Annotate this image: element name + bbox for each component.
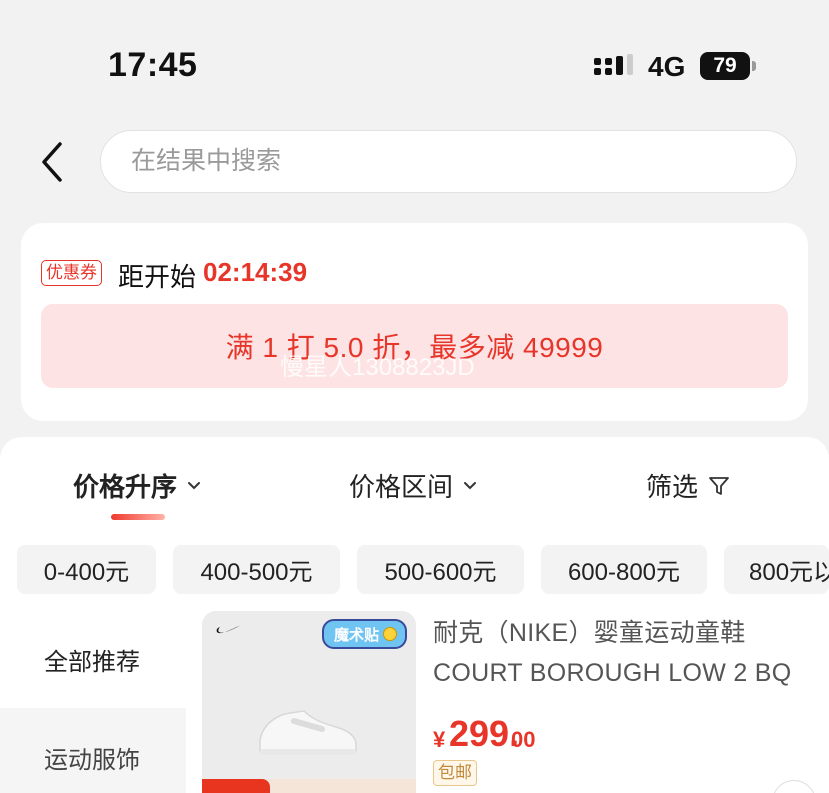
tab-price-range[interactable]: 价格区间 bbox=[349, 467, 477, 504]
price-integer: 299. bbox=[449, 713, 520, 754]
price-chip-800-plus[interactable]: 800元以 bbox=[724, 545, 829, 594]
chevron-left-icon bbox=[42, 142, 62, 182]
chevron-down-icon bbox=[188, 482, 201, 490]
battery-icon: 79 bbox=[700, 52, 756, 80]
category-all-recommended[interactable]: 全部推荐 bbox=[0, 610, 186, 708]
shoe-image-icon bbox=[259, 710, 357, 755]
price-chip-600-800[interactable]: 600-800元 bbox=[541, 545, 707, 594]
network-label: 4G bbox=[648, 51, 686, 82]
category-sportswear[interactable]: 运动服饰 bbox=[0, 708, 186, 793]
product-image[interactable]: 魔术贴 bbox=[202, 611, 416, 793]
tab-label: 价格区间 bbox=[349, 472, 454, 502]
back-button[interactable] bbox=[30, 138, 74, 186]
search-box[interactable] bbox=[100, 130, 797, 193]
price-decimal: 00 bbox=[511, 727, 536, 752]
price-chip-400-500[interactable]: 400-500元 bbox=[173, 545, 340, 594]
tab-label: 价格升序 bbox=[73, 472, 178, 502]
battery-tip bbox=[752, 61, 756, 71]
main-panel: 价格升序 价格区间 筛选 0-400元 400-500元 500-600元 60… bbox=[0, 437, 829, 793]
countdown-time: 02:14:39 bbox=[203, 257, 308, 287]
price-currency: ¥ bbox=[433, 727, 446, 752]
coupon-tag: 优惠券 bbox=[41, 260, 102, 286]
add-to-cart-button[interactable] bbox=[772, 780, 816, 793]
promo-strip-accent bbox=[202, 779, 270, 793]
velcro-badge: 魔术贴 bbox=[322, 619, 408, 649]
countdown-label: 距开始 bbox=[118, 262, 197, 292]
velcro-badge-label: 魔术贴 bbox=[334, 626, 380, 644]
tab-label: 筛选 bbox=[646, 472, 699, 502]
signal-icon bbox=[594, 54, 633, 75]
status-bar: 17:45 4G 79 bbox=[0, 0, 829, 110]
smile-icon bbox=[383, 627, 398, 641]
battery-level: 79 bbox=[700, 52, 750, 80]
status-time: 17:45 bbox=[108, 46, 198, 84]
coupon-card: 优惠券 距开始 02:14:39 满 1 打 5.0 折，最多减 49999 慢… bbox=[21, 223, 808, 421]
product-title[interactable]: 耐克（NIKE）婴童运动童鞋 COURT BOROUGH LOW 2 BQ bbox=[433, 613, 818, 693]
price-chip-500-600[interactable]: 500-600元 bbox=[357, 545, 524, 594]
nike-logo-icon bbox=[216, 625, 241, 634]
chevron-down-icon bbox=[464, 482, 477, 490]
free-shipping-tag: 包邮 bbox=[433, 760, 477, 786]
price-chip-0-400[interactable]: 0-400元 bbox=[17, 545, 156, 594]
filter-icon bbox=[709, 476, 729, 495]
search-input[interactable] bbox=[131, 147, 796, 176]
active-tab-indicator bbox=[111, 514, 165, 520]
category-sidebar: 全部推荐 运动服饰 bbox=[0, 605, 186, 793]
tab-price-ascending[interactable]: 价格升序 bbox=[73, 467, 201, 504]
tab-filter[interactable]: 筛选 bbox=[646, 467, 730, 504]
coupon-offer-banner[interactable]: 满 1 打 5.0 折，最多减 49999 bbox=[41, 304, 788, 388]
